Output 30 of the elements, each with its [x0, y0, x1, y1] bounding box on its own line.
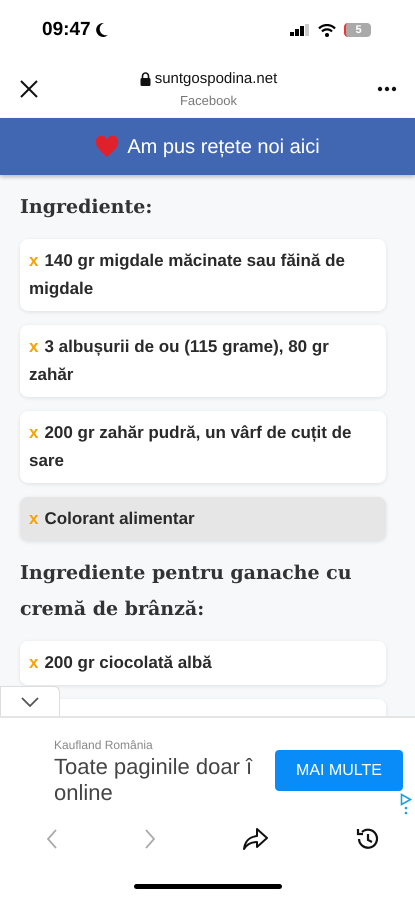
adchoices-icon[interactable] — [400, 792, 412, 816]
close-icon[interactable] — [18, 78, 40, 100]
share-icon[interactable] — [241, 827, 270, 851]
more-icon[interactable] — [376, 86, 397, 92]
ingredient-text: x 140 gr migdale măcinate sau făină de migdale — [29, 251, 345, 298]
ad-headline: Toate paginile doar î — [54, 754, 252, 780]
ad-advertiser: Kaufland România — [54, 737, 154, 754]
ingredient-text: x 200 gr ciocolată albă — [29, 653, 212, 672]
banner-text: Am pus rețete noi aici — [127, 134, 320, 160]
ad-banner[interactable]: Kaufland România Toate paginile doar î online MAI MULTE — [0, 716, 415, 814]
banner-link[interactable]: Am pus rețete noi aici — [0, 118, 415, 175]
status-time: 09:47 — [42, 18, 91, 42]
ingredient-text: x 200 gr zahăr pudră, un vârf de cuțit de sare — [29, 423, 352, 470]
moon-icon — [94, 22, 109, 38]
history-icon[interactable] — [354, 826, 381, 852]
heart-icon — [95, 136, 120, 158]
ad-headline: online — [54, 780, 113, 806]
ingredient-text: x Colorant alimentar — [29, 509, 195, 528]
collapse-tab[interactable] — [0, 686, 60, 716]
ingredient-text: x 3 albușurii de ou (115 grame), 80 gr zahăr — [29, 337, 329, 384]
lock-icon — [140, 72, 151, 86]
site-source: Facebook — [180, 92, 238, 110]
section-heading: Ingrediente: — [20, 195, 154, 220]
chevron-down-icon — [21, 696, 39, 706]
section-heading: Ingrediente pentru ganache cu cremă de brânză: — [20, 561, 353, 622]
more-button[interactable]: MAI MULTE — [275, 750, 403, 791]
wifi-icon — [318, 24, 336, 36]
battery-icon: 5 — [344, 23, 371, 37]
signal-icon — [290, 24, 310, 36]
site-domain: suntgospodina.net — [154, 69, 278, 89]
